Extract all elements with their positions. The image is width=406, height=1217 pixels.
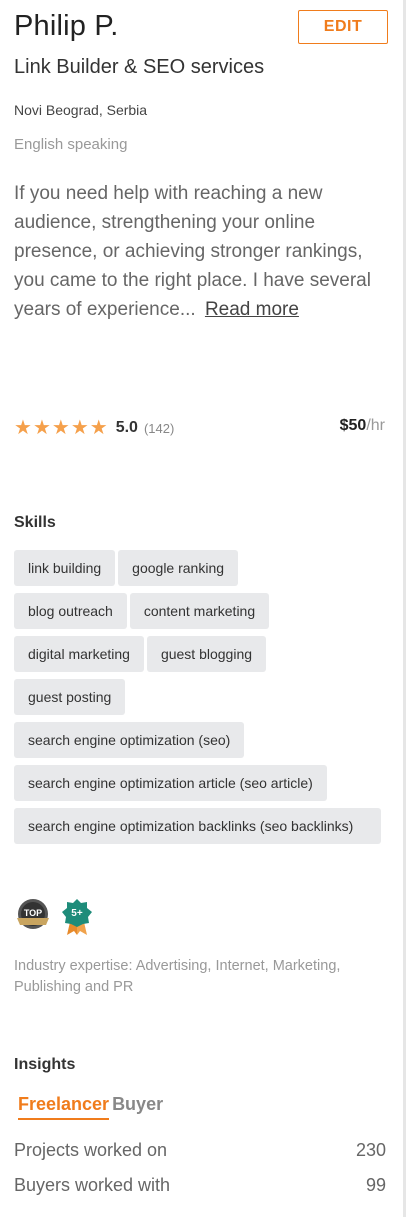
- stat-value: 99: [365, 1175, 386, 1195]
- skill-chip[interactable]: search engine optimization article (seo …: [14, 765, 327, 801]
- level-badge-icon[interactable]: 5+: [60, 898, 94, 936]
- badges: TOP 5+: [16, 898, 104, 936]
- tab-buyer[interactable]: Buyer: [112, 1094, 163, 1120]
- stat-label: Projects worked on: [14, 1140, 168, 1160]
- stat-value: 230: [355, 1140, 386, 1160]
- star-rating: ★ ★ ★ ★ ★: [14, 416, 109, 440]
- skill-chip[interactable]: guest blogging: [146, 636, 267, 672]
- bio: If you need help with reaching a new aud…: [14, 179, 386, 324]
- profile-headline: Link Builder & SEO services: [14, 56, 265, 78]
- edit-button[interactable]: EDIT: [298, 10, 388, 44]
- skill-chip[interactable]: digital marketing: [14, 636, 144, 672]
- rating: ★ ★ ★ ★ ★ 5.0 (142): [14, 416, 174, 440]
- stat-label: Buyers worked with: [14, 1175, 171, 1195]
- top-badge-icon[interactable]: TOP: [16, 898, 50, 936]
- freelancer-name: Philip P.: [14, 10, 119, 42]
- skills-list: link building google ranking blog outreac…: [14, 550, 386, 851]
- skill-chip[interactable]: guest posting: [14, 679, 126, 715]
- rate-value: $50: [339, 417, 367, 434]
- industry-expertise: Industry expertise: Advertising, Interne…: [14, 958, 341, 995]
- insights-tabs: Freelancer Buyer: [18, 1094, 166, 1120]
- skill-chip[interactable]: content marketing: [129, 593, 270, 629]
- skill-chip[interactable]: search engine optimization backlinks (se…: [14, 808, 381, 844]
- skills-title: Skills: [14, 514, 56, 531]
- location: Novi Beograd, Serbia: [14, 102, 148, 118]
- star-icon: ★: [14, 417, 32, 439]
- tab-freelancer[interactable]: Freelancer: [18, 1094, 110, 1120]
- read-more-link[interactable]: Read more: [205, 299, 299, 320]
- star-icon: ★: [32, 417, 51, 439]
- skill-chip[interactable]: link building: [14, 550, 116, 586]
- skill-chip[interactable]: blog outreach: [14, 593, 127, 629]
- level-badge-label: 5+: [71, 908, 83, 919]
- star-icon: ★: [89, 417, 108, 439]
- top-badge-label: TOP: [24, 908, 42, 918]
- star-icon: ★: [70, 417, 89, 439]
- stat-buyers: Buyers worked with 99: [14, 1175, 386, 1196]
- rate-unit: /hr: [366, 417, 385, 434]
- insights-title: Insights: [14, 1056, 76, 1073]
- review-count[interactable]: (142): [144, 421, 174, 436]
- language: English speaking: [14, 136, 128, 153]
- star-icon: ★: [51, 417, 70, 439]
- skill-chip[interactable]: search engine optimization (seo): [14, 722, 245, 758]
- rating-value: 5.0: [115, 419, 138, 436]
- stat-projects: Projects worked on 230: [14, 1140, 386, 1161]
- skill-chip[interactable]: google ranking: [118, 550, 239, 586]
- hourly-rate: $50/hr: [340, 417, 385, 435]
- bio-text: If you need help with reaching a new aud…: [14, 183, 371, 320]
